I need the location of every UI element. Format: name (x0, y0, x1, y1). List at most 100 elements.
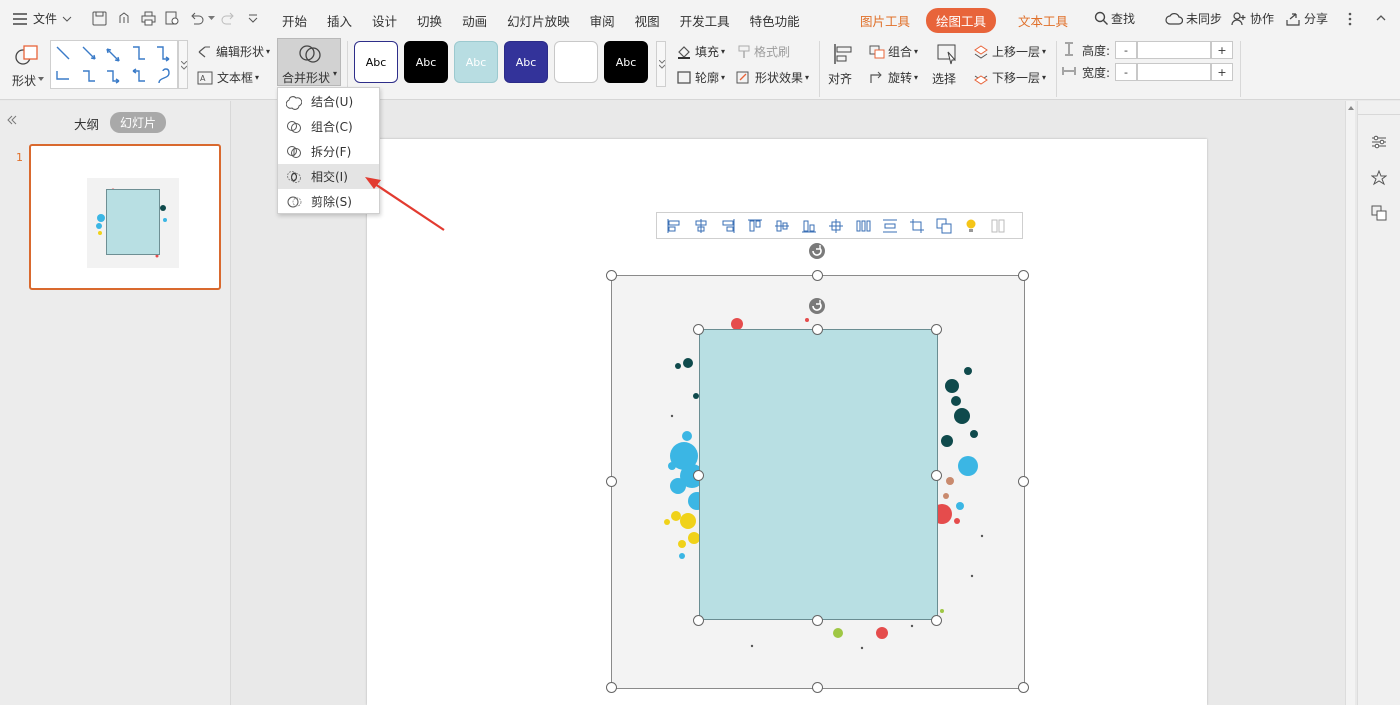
distribute-columns-button[interactable] (849, 215, 876, 237)
more-layout-button[interactable] (984, 215, 1011, 237)
select-button[interactable]: 选择 (930, 40, 966, 90)
print-icon[interactable] (141, 11, 156, 26)
customize-toolbar-icon[interactable] (248, 14, 258, 23)
resize-handle[interactable] (606, 476, 617, 487)
undo-dropdown-icon[interactable] (208, 16, 215, 21)
shape-button[interactable]: 形状 (10, 42, 44, 90)
more-options-icon[interactable] (1348, 12, 1352, 26)
align-button[interactable]: 对齐 (826, 40, 862, 90)
save-icon[interactable] (92, 11, 107, 26)
collab-button[interactable]: 协作 (1231, 10, 1274, 27)
slide-thumbnail[interactable] (29, 144, 221, 290)
fill-button[interactable]: 填充 ▾ (676, 43, 725, 60)
scroll-up-icon[interactable] (1348, 106, 1354, 110)
sync-button[interactable]: 未同步 (1165, 10, 1222, 27)
style-gallery-scroll[interactable] (656, 41, 666, 87)
resize-handle[interactable] (693, 470, 704, 481)
tab-insert[interactable]: 插入 (317, 11, 362, 30)
width-decrement[interactable]: - (1115, 63, 1137, 81)
align-middle-button[interactable] (768, 215, 795, 237)
tab-slideshow[interactable]: 幻灯片放映 (497, 11, 580, 30)
shape-style-6[interactable]: Abc (604, 41, 648, 83)
tab-design[interactable]: 设计 (362, 11, 407, 30)
smart-tip-button[interactable] (957, 215, 984, 237)
print-preview-icon[interactable] (165, 11, 180, 26)
align-top-button[interactable] (741, 215, 768, 237)
vertical-scrollbar[interactable] (1345, 101, 1355, 705)
align-bottom-button[interactable] (795, 215, 822, 237)
height-increment[interactable]: + (1211, 41, 1233, 59)
rotate-handle-icon[interactable] (808, 242, 826, 260)
star-icon[interactable] (1371, 170, 1387, 186)
redo-icon[interactable] (221, 11, 236, 26)
shape-effect-button[interactable]: 形状效果 ▾ (736, 69, 809, 86)
shape-style-3[interactable]: Abc (454, 41, 498, 83)
undo-icon[interactable] (189, 11, 204, 26)
resize-handle[interactable] (931, 615, 942, 626)
tab-developer[interactable]: 开发工具 (670, 11, 740, 30)
shape-style-1[interactable]: Abc (354, 41, 398, 83)
width-increment[interactable]: + (1211, 63, 1233, 81)
resize-handle[interactable] (812, 615, 823, 626)
align-left-button[interactable] (660, 215, 687, 237)
collapse-panel-icon[interactable] (6, 115, 18, 125)
width-input[interactable] (1137, 63, 1211, 81)
tab-slides[interactable]: 幻灯片 (110, 112, 167, 133)
height-decrement[interactable]: - (1115, 41, 1137, 59)
tab-home[interactable]: 开始 (272, 11, 317, 30)
share-button[interactable]: 分享 (1285, 10, 1328, 27)
send-backward-button[interactable]: 下移一层 ▾ (973, 69, 1046, 86)
file-menu[interactable]: 文件 (12, 10, 72, 27)
resize-handle[interactable] (1018, 476, 1029, 487)
rotate-button[interactable]: 旋转 ▾ (869, 69, 918, 86)
crop-button[interactable] (903, 215, 930, 237)
resize-handle[interactable] (606, 270, 617, 281)
tab-picture-tools[interactable]: 图片工具 (850, 11, 920, 30)
resize-handle[interactable] (931, 470, 942, 481)
export-icon[interactable] (117, 11, 132, 26)
tab-text-tools[interactable]: 文本工具 (1008, 11, 1078, 30)
gallery-scroll[interactable] (178, 40, 188, 89)
resize-handle[interactable] (693, 324, 704, 335)
merge-shape-button[interactable]: 合并形状 ▾ (277, 38, 341, 86)
collapse-ribbon-icon[interactable] (1375, 12, 1387, 24)
align-center-button[interactable] (687, 215, 714, 237)
tab-drawing-tools[interactable]: 绘图工具 (926, 8, 997, 33)
search-button[interactable]: 查找 (1094, 10, 1135, 27)
align-right-button[interactable] (714, 215, 741, 237)
tab-view[interactable]: 视图 (625, 11, 670, 30)
bring-forward-button[interactable]: 上移一层 ▾ (973, 43, 1046, 60)
line-gallery[interactable] (50, 40, 178, 89)
height-input[interactable] (1137, 41, 1211, 59)
resize-handle[interactable] (693, 615, 704, 626)
shape-style-4[interactable]: Abc (504, 41, 548, 83)
resize-handle[interactable] (812, 270, 823, 281)
edit-shape-button[interactable]: 编辑形状 ▾ (197, 43, 270, 60)
resize-handle[interactable] (606, 682, 617, 693)
outline-button[interactable]: 轮廓 ▾ (676, 69, 725, 86)
tab-outline[interactable]: 大纲 (74, 114, 99, 133)
menu-item-combine[interactable]: 组合(C) (278, 114, 379, 139)
group-objects-button[interactable] (930, 215, 957, 237)
resize-handle[interactable] (1018, 682, 1029, 693)
distribute-horizontal-button[interactable] (822, 215, 849, 237)
distribute-rows-button[interactable] (876, 215, 903, 237)
menu-item-union[interactable]: 结合(U) (278, 89, 379, 114)
tab-transitions[interactable]: 切换 (407, 11, 452, 30)
shape-style-2[interactable]: Abc (404, 41, 448, 83)
tab-review[interactable]: 审阅 (580, 11, 625, 30)
resize-handle[interactable] (1018, 270, 1029, 281)
resize-handle[interactable] (812, 324, 823, 335)
rotate-handle-icon[interactable] (808, 297, 826, 315)
copy-shapes-icon[interactable] (1371, 205, 1387, 221)
tab-special-features[interactable]: 特色功能 (740, 11, 810, 30)
shape-style-5[interactable] (554, 41, 598, 83)
resize-handle[interactable] (931, 324, 942, 335)
settings-sliders-icon[interactable] (1371, 134, 1387, 150)
resize-handle[interactable] (812, 682, 823, 693)
tab-animations[interactable]: 动画 (452, 11, 497, 30)
textbox-button[interactable]: A 文本框 ▾ (197, 69, 259, 86)
group-button[interactable]: 组合 ▾ (869, 43, 918, 60)
menu-item-fragment[interactable]: 拆分(F) (278, 139, 379, 164)
format-brush-button[interactable]: 格式刷 (737, 43, 790, 60)
